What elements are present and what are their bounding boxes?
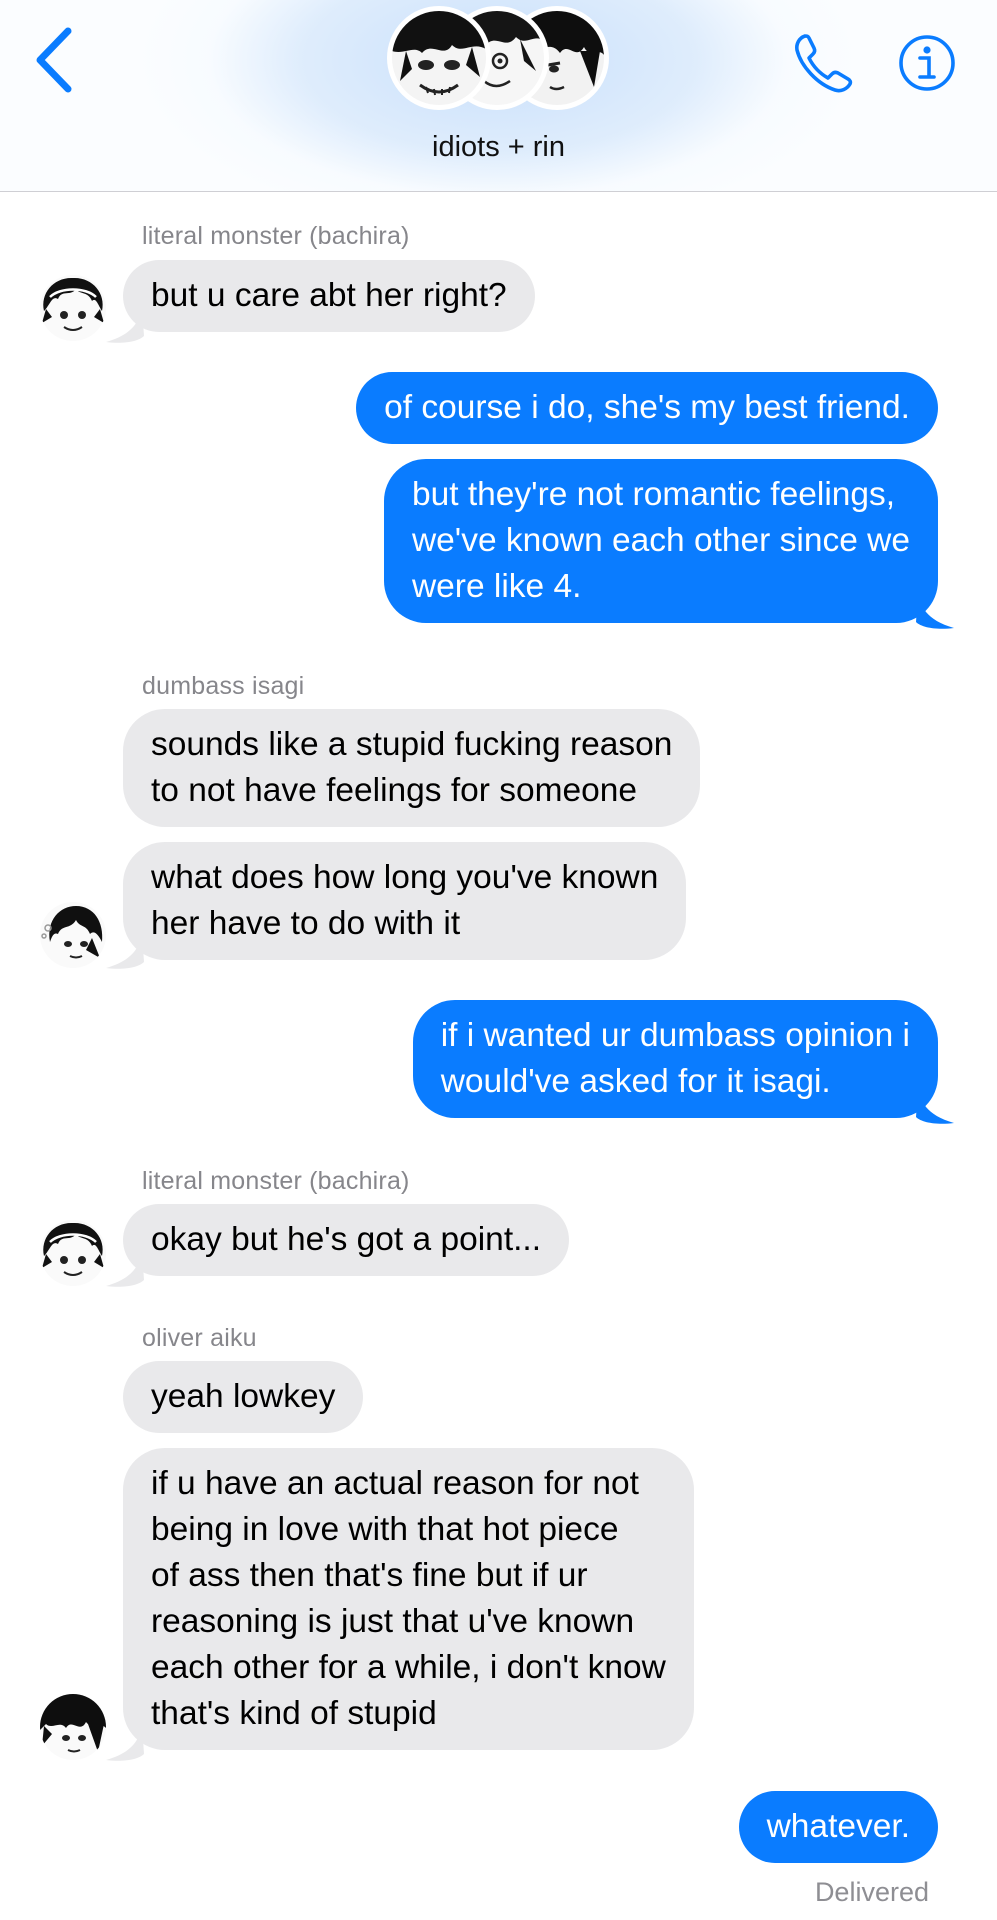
sender-avatar[interactable] (40, 1694, 106, 1760)
sender-name: literal monster (bachira) (142, 1167, 410, 1195)
bubble-tail (106, 306, 144, 343)
sender-name: dumbass isagi (142, 672, 305, 700)
message-bubble-outgoing[interactable]: of course i do, she's my best friend. (356, 372, 938, 444)
conversation-header: idiots + rin (0, 0, 997, 192)
message-bubble-incoming[interactable]: but u care abt her right? (123, 260, 535, 332)
message-bubble-incoming[interactable]: okay but he's got a point... (123, 1204, 570, 1276)
group-avatar-stack[interactable] (387, 2, 609, 114)
sender-name: literal monster (bachira) (142, 222, 410, 250)
message-bubble-incoming[interactable]: sounds like a stupid fucking reason to n… (123, 709, 701, 827)
info-button[interactable] (898, 34, 956, 92)
sender-avatar[interactable] (40, 902, 106, 968)
bubble-tail (916, 592, 954, 629)
sender-avatar[interactable] (40, 275, 106, 341)
sender-avatar[interactable] (40, 1220, 106, 1286)
message-bubble-outgoing[interactable]: if i wanted ur dumbass opinion i would'v… (412, 1000, 938, 1118)
message-bubble-incoming[interactable]: if u have an actual reason for not being… (123, 1448, 694, 1750)
sender-name: oliver aiku (142, 1324, 257, 1352)
info-icon (899, 35, 955, 91)
message-bubble-incoming[interactable]: what does how long you've known her have… (123, 842, 687, 960)
bubble-tail (106, 1724, 144, 1761)
message-bubble-incoming[interactable]: yeah lowkey (123, 1361, 364, 1433)
back-button[interactable] (30, 25, 80, 95)
delivery-status: Delivered (814, 1877, 929, 1907)
group-name[interactable]: idiots + rin (0, 131, 997, 164)
call-button[interactable] (793, 32, 855, 96)
message-bubble-outgoing[interactable]: but they're not romantic feelings, we've… (383, 459, 938, 623)
group-member-avatar (387, 6, 491, 110)
bubble-tail (916, 1087, 954, 1124)
bubble-tail (106, 932, 144, 969)
message-bubble-outgoing[interactable]: whatever. (738, 1791, 938, 1863)
bubble-tail (106, 1250, 144, 1287)
phone-icon (795, 34, 853, 93)
chevron-left-icon (36, 27, 72, 93)
